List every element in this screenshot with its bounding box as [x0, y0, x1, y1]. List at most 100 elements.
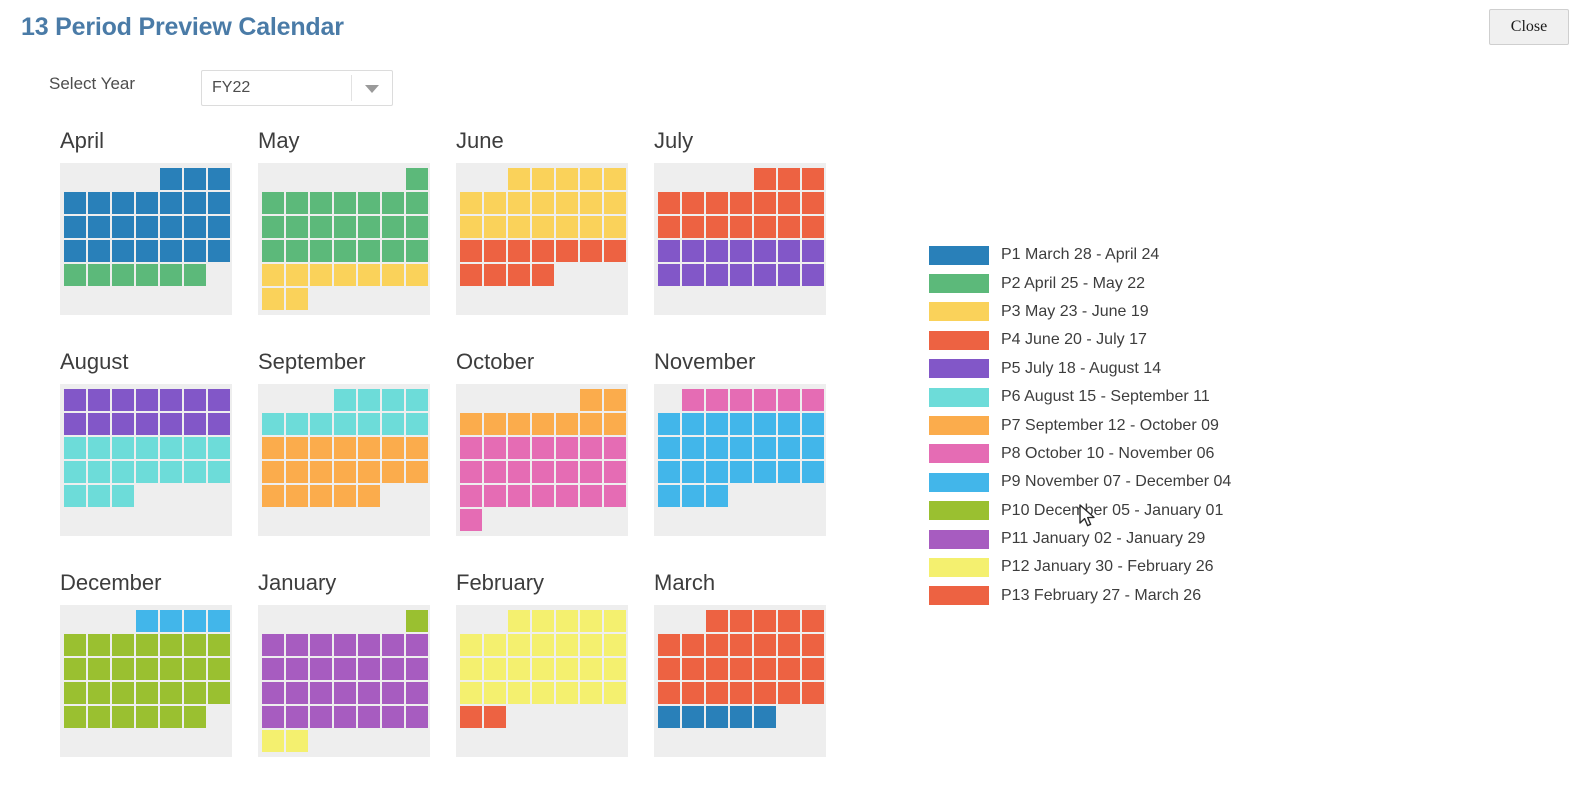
day-cell-p8 [706, 389, 728, 411]
day-cell-empty [382, 288, 404, 310]
day-cell-empty [286, 509, 308, 531]
day-cell-p7 [532, 413, 554, 435]
legend-item-p10[interactable]: P10 December 05 - January 01 [929, 497, 1231, 525]
day-cell-p2 [88, 264, 110, 286]
day-cell-empty [682, 610, 704, 632]
day-cell-empty [310, 610, 332, 632]
day-cell-p6 [262, 413, 284, 435]
day-cell-p5 [778, 264, 800, 286]
day-cell-p4 [802, 192, 824, 214]
day-cell-p2 [64, 264, 86, 286]
day-cell-p13 [706, 634, 728, 656]
day-cell-p1 [112, 216, 134, 238]
select-year-dropdown[interactable]: FY22 [201, 70, 393, 106]
legend-item-p13[interactable]: P13 February 27 - March 26 [929, 582, 1231, 610]
month-card: February [456, 570, 628, 757]
day-cell-p9 [802, 437, 824, 459]
legend-color-swatch [929, 330, 989, 350]
legend-item-p5[interactable]: P5 July 18 - August 14 [929, 355, 1231, 383]
day-cell-p10 [112, 634, 134, 656]
legend-color-swatch [929, 274, 989, 294]
day-cell-empty [334, 730, 356, 752]
day-cell-p11 [286, 682, 308, 704]
day-cell-empty [484, 610, 506, 632]
month-day-grid [258, 163, 430, 315]
day-cell-empty [208, 288, 230, 310]
day-cell-p9 [658, 437, 680, 459]
month-day-grid [456, 605, 628, 757]
day-cell-p11 [406, 634, 428, 656]
legend-item-p4[interactable]: P4 June 20 - July 17 [929, 326, 1231, 354]
day-cell-p3 [406, 264, 428, 286]
legend-item-p8[interactable]: P8 October 10 - November 06 [929, 440, 1231, 468]
day-cell-p13 [778, 658, 800, 680]
day-cell-p12 [604, 610, 626, 632]
day-cell-p5 [658, 264, 680, 286]
day-cell-p8 [484, 461, 506, 483]
day-cell-p4 [778, 192, 800, 214]
day-cell-empty [508, 730, 530, 752]
day-cell-p9 [706, 485, 728, 507]
day-cell-p10 [64, 706, 86, 728]
day-cell-p5 [706, 240, 728, 262]
day-cell-p13 [706, 658, 728, 680]
day-cell-p13 [658, 658, 680, 680]
day-cell-p6 [160, 437, 182, 459]
day-cell-empty [604, 264, 626, 286]
day-cell-p5 [160, 413, 182, 435]
legend-item-p2[interactable]: P2 April 25 - May 22 [929, 269, 1231, 297]
day-cell-p7 [460, 413, 482, 435]
month-name: February [456, 570, 545, 595]
day-cell-p13 [730, 634, 752, 656]
legend-item-p1[interactable]: P1 March 28 - April 24 [929, 241, 1231, 269]
day-cell-empty [460, 389, 482, 411]
day-cell-p5 [184, 389, 206, 411]
day-cell-p8 [556, 437, 578, 459]
day-cell-p4 [658, 216, 680, 238]
legend-label: P13 February 27 - March 26 [1001, 586, 1202, 604]
day-cell-p7 [310, 485, 332, 507]
day-cell-p9 [754, 437, 776, 459]
day-cell-empty [64, 509, 86, 531]
day-cell-p7 [382, 461, 404, 483]
day-cell-p1 [184, 168, 206, 190]
day-cell-p12 [262, 730, 284, 752]
day-cell-p9 [754, 461, 776, 483]
day-cell-p2 [160, 264, 182, 286]
day-cell-p3 [484, 192, 506, 214]
legend-item-p9[interactable]: P9 November 07 - December 04 [929, 468, 1231, 496]
legend-item-p11[interactable]: P11 January 02 - January 29 [929, 525, 1231, 553]
day-cell-p2 [334, 216, 356, 238]
close-button[interactable]: Close [1489, 9, 1569, 45]
day-cell-p9 [706, 413, 728, 435]
day-cell-empty [532, 730, 554, 752]
legend-item-p6[interactable]: P6 August 15 - September 11 [929, 383, 1231, 411]
day-cell-p13 [706, 610, 728, 632]
day-cell-empty [802, 706, 824, 728]
day-cell-p8 [460, 485, 482, 507]
day-cell-p9 [208, 610, 230, 632]
day-cell-p11 [382, 634, 404, 656]
day-cell-p2 [334, 240, 356, 262]
day-cell-p2 [286, 192, 308, 214]
day-cell-p3 [604, 192, 626, 214]
legend-item-p7[interactable]: P7 September 12 - October 09 [929, 411, 1231, 439]
day-cell-p5 [778, 240, 800, 262]
day-cell-empty [136, 509, 158, 531]
legend-item-p12[interactable]: P12 January 30 - February 26 [929, 553, 1231, 581]
day-cell-p7 [286, 461, 308, 483]
day-cell-p7 [310, 461, 332, 483]
day-cell-p1 [160, 168, 182, 190]
day-cell-empty [208, 509, 230, 531]
day-cell-p10 [208, 682, 230, 704]
day-cell-p1 [706, 706, 728, 728]
day-cell-p5 [730, 240, 752, 262]
legend-item-p3[interactable]: P3 May 23 - June 19 [929, 298, 1231, 326]
day-cell-p9 [682, 437, 704, 459]
day-cell-p5 [706, 264, 728, 286]
day-cell-empty [778, 706, 800, 728]
day-cell-p12 [604, 682, 626, 704]
day-cell-p12 [484, 634, 506, 656]
legend-label: P3 May 23 - June 19 [1001, 302, 1149, 320]
day-cell-p7 [604, 389, 626, 411]
